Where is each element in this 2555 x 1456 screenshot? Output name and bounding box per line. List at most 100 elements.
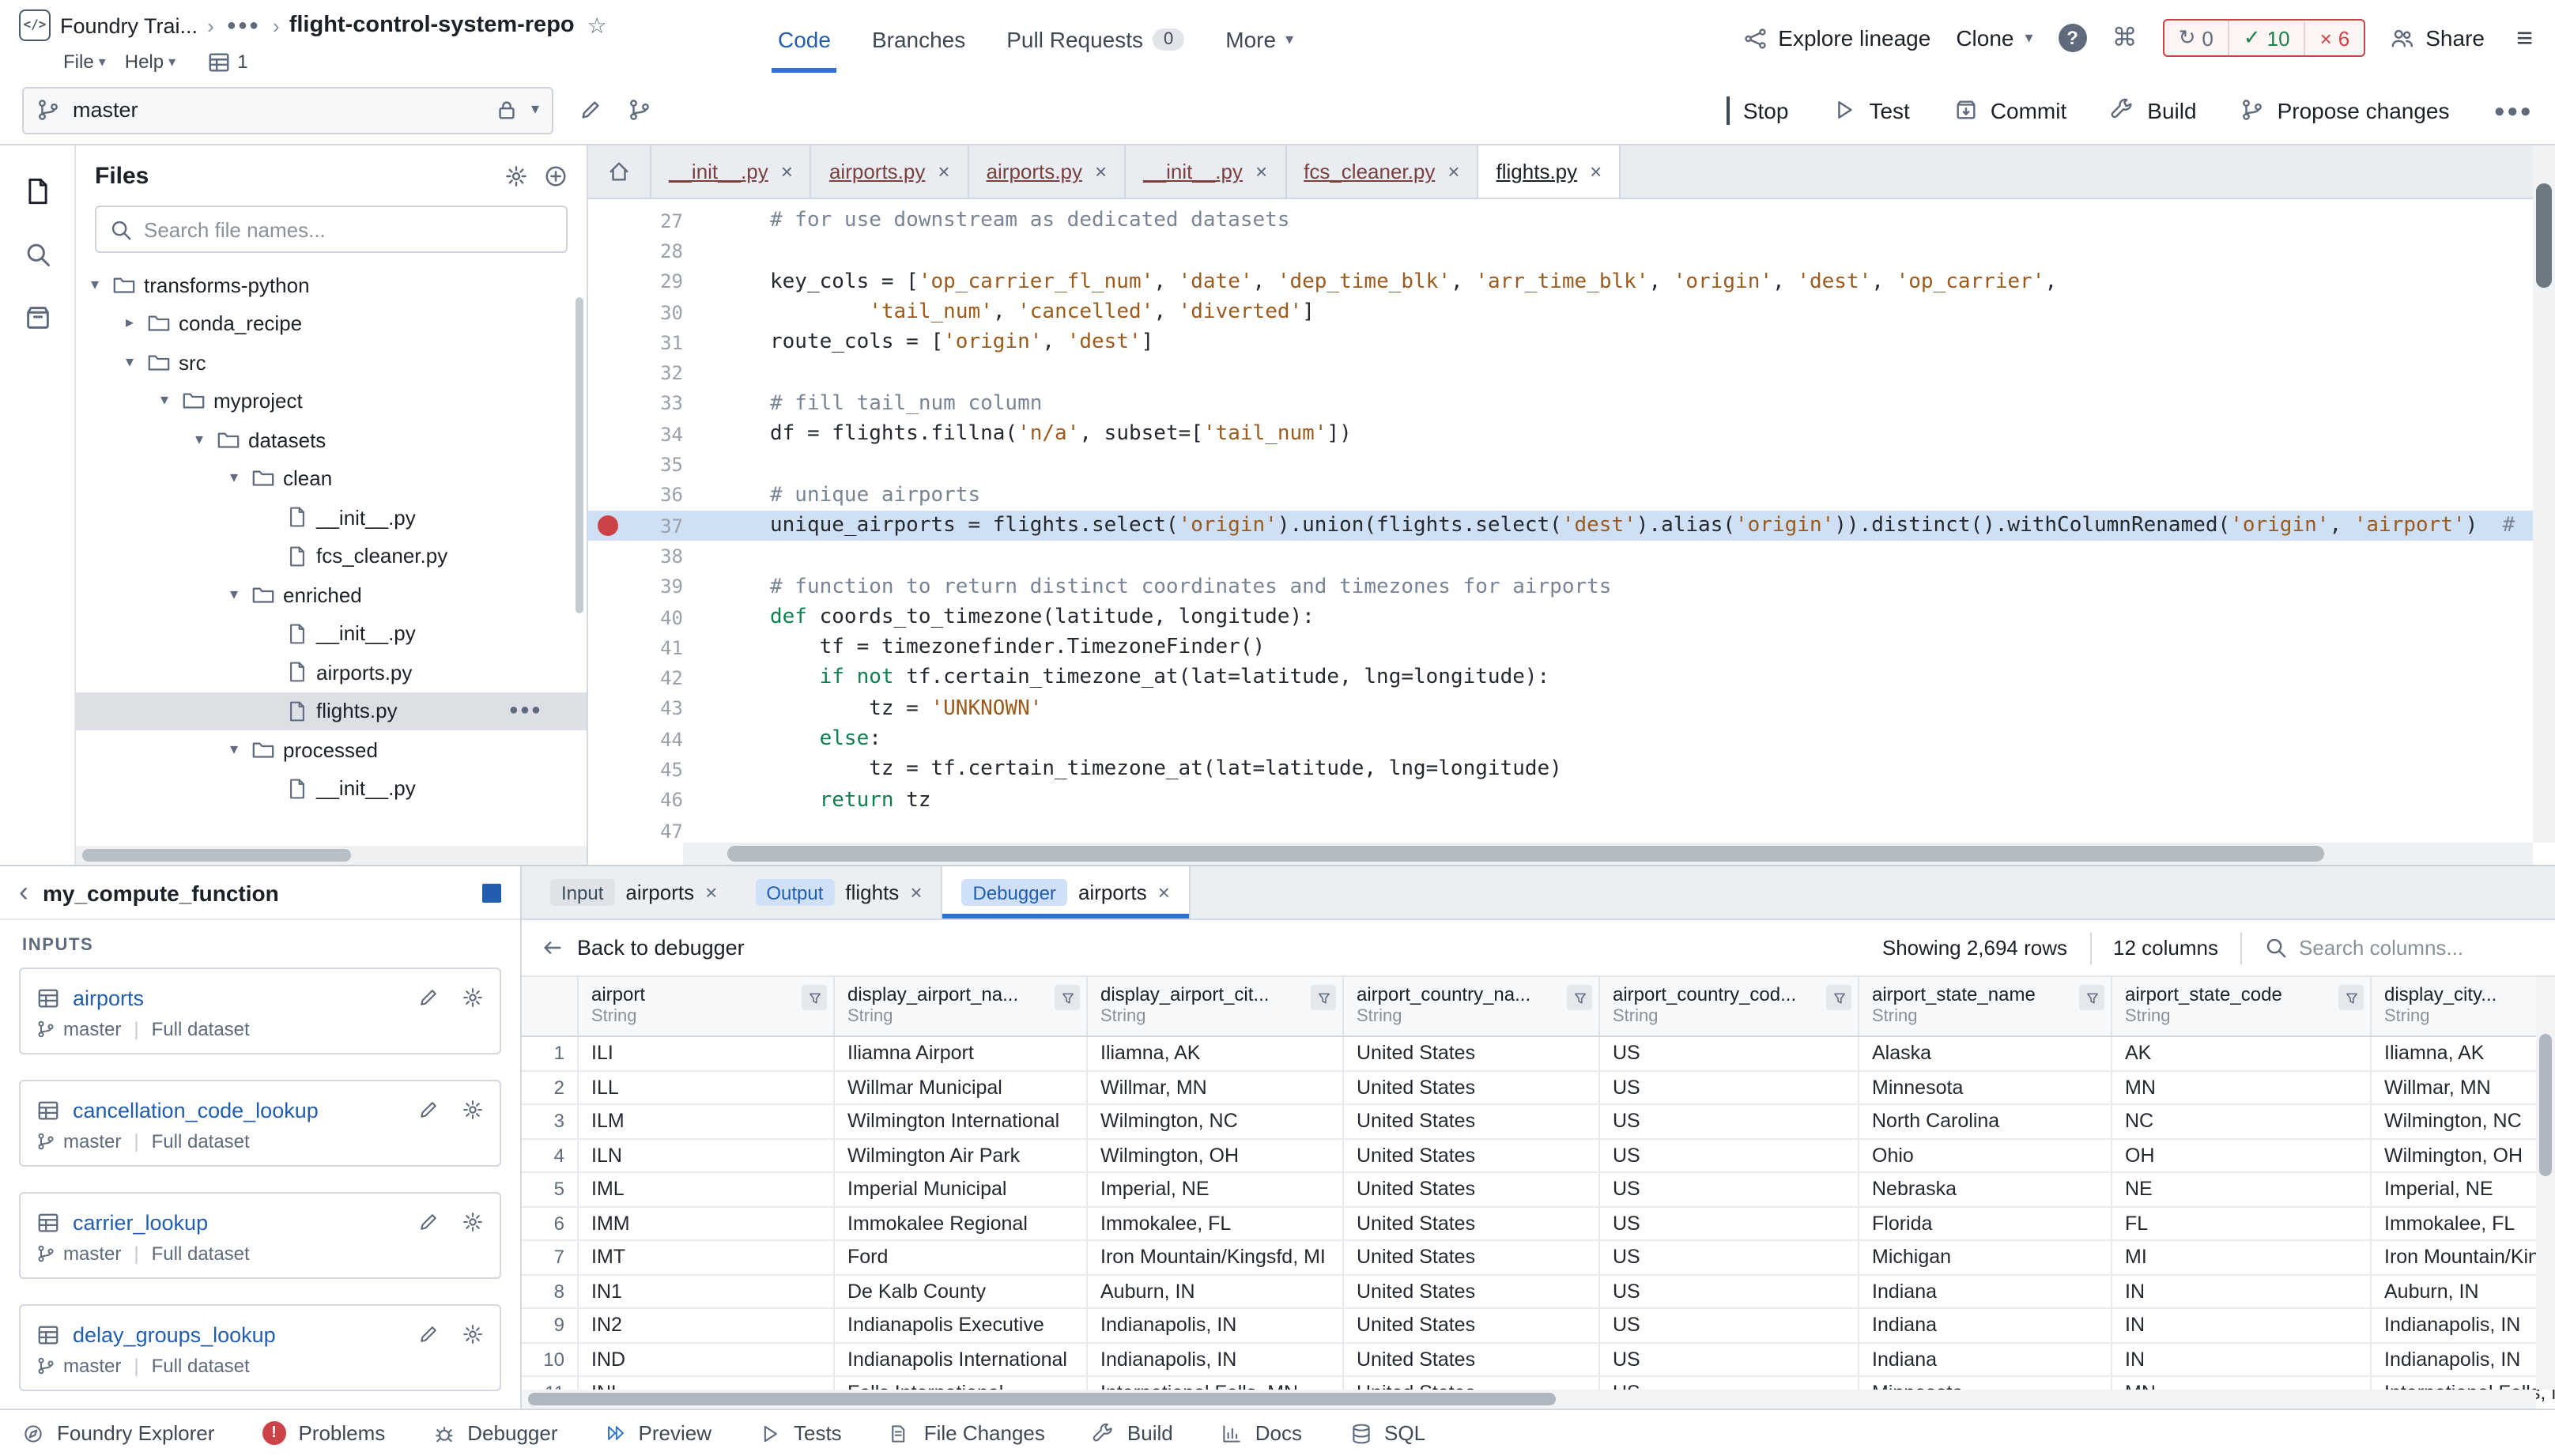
close-icon[interactable]: × bbox=[1590, 160, 1602, 183]
status-item-foundry-explorer[interactable]: Foundry Explorer bbox=[22, 1421, 214, 1445]
repo-tab-pull-requests[interactable]: Pull Requests 0 bbox=[1006, 0, 1185, 76]
edit-icon[interactable] bbox=[417, 986, 440, 1009]
close-icon[interactable]: × bbox=[1095, 160, 1107, 183]
more-options-icon[interactable]: ●●● bbox=[2494, 99, 2534, 121]
help-menu[interactable]: Help ▾ bbox=[125, 51, 175, 73]
table-row[interactable]: 2 ILL Willmar Municipal Willmar, MN United S… bbox=[522, 1071, 2555, 1105]
gear-icon[interactable] bbox=[462, 1099, 484, 1121]
editor-tab-flights-py[interactable]: flights.py × bbox=[1478, 145, 1621, 198]
repo-tab-code[interactable]: Code bbox=[771, 0, 839, 76]
column-header-airport-country-na[interactable]: airport_country_na... String bbox=[1344, 977, 1600, 1035]
tree-item-init-py[interactable]: __init__.py bbox=[76, 614, 587, 653]
help-icon[interactable]: ? bbox=[2058, 24, 2087, 52]
more-options-icon[interactable]: ●●● bbox=[509, 703, 542, 720]
code-area[interactable]: 27 # for use downstream as dedicated data… bbox=[588, 199, 2555, 865]
editor-horizontal-scrollbar[interactable] bbox=[683, 843, 2533, 865]
close-icon[interactable]: × bbox=[1158, 881, 1170, 904]
filter-icon[interactable] bbox=[2338, 985, 2364, 1010]
tree-scrollbar-thumb[interactable] bbox=[576, 297, 583, 613]
dataset-name[interactable]: carrier_lookup bbox=[73, 1210, 395, 1234]
dataset-name[interactable]: cancellation_code_lookup bbox=[73, 1098, 395, 1122]
command-palette-icon[interactable]: ⌘ bbox=[2112, 22, 2138, 54]
editor-tab-airports-py[interactable]: airports.py × bbox=[811, 145, 969, 198]
tree-item-myproject[interactable]: ▾ myproject bbox=[76, 382, 587, 421]
tree-item-processed[interactable]: ▾ processed bbox=[76, 730, 587, 769]
table-row[interactable]: 1 ILI Iliamna Airport Iliamna, AK United Sta… bbox=[522, 1037, 2555, 1071]
repo-tab-branches[interactable]: Branches bbox=[872, 0, 965, 76]
breakpoint-dot[interactable] bbox=[598, 515, 618, 537]
edit-branch-icon[interactable] bbox=[579, 98, 602, 122]
scrollbar-thumb[interactable] bbox=[2539, 1034, 2552, 1176]
file-search-input[interactable] bbox=[144, 217, 553, 241]
column-header-display-airport-cit[interactable]: display_airport_cit... String bbox=[1088, 977, 1344, 1035]
results-tab-debugger-airports[interactable]: Debugger airports × bbox=[941, 866, 1191, 918]
home-tab[interactable] bbox=[588, 145, 651, 198]
dataset-name[interactable]: delay_groups_lookup bbox=[73, 1322, 395, 1346]
file-menu[interactable]: File ▾ bbox=[63, 51, 106, 73]
input-dataset-carrier-lookup[interactable]: carrier_lookup master | Full dataset bbox=[19, 1192, 501, 1279]
results-tab-input-airports[interactable]: Input airports × bbox=[531, 866, 736, 918]
edit-icon[interactable] bbox=[417, 1323, 440, 1345]
commit-button[interactable]: Commit bbox=[1954, 97, 2066, 123]
status-item-file-changes[interactable]: File Changes bbox=[889, 1421, 1045, 1445]
chevron-down-icon[interactable]: ▾ bbox=[225, 587, 243, 604]
table-horizontal-scrollbar[interactable] bbox=[522, 1390, 2536, 1409]
tree-item-src[interactable]: ▾ src bbox=[76, 343, 587, 382]
filter-icon[interactable] bbox=[1311, 985, 1336, 1010]
tree-item-flights-py[interactable]: flights.py ●●● bbox=[76, 692, 587, 730]
input-dataset-airports[interactable]: airports master | Full dataset bbox=[19, 968, 501, 1054]
tree-item-enriched[interactable]: ▾ enriched bbox=[76, 575, 587, 614]
status-item-docs[interactable]: Docs bbox=[1221, 1421, 1302, 1445]
edit-icon[interactable] bbox=[417, 1211, 440, 1233]
table-row[interactable]: 6 IMM Immokalee Regional Immokalee, FL Unite… bbox=[522, 1207, 2555, 1241]
tree-item-init-py[interactable]: __init__.py bbox=[76, 769, 587, 808]
tree-item-conda-recipe[interactable]: ▸ conda_recipe bbox=[76, 304, 587, 343]
column-header-display-city[interactable]: display_city... String bbox=[2372, 977, 2555, 1035]
results-tab-output-flights[interactable]: Output flights × bbox=[736, 866, 941, 918]
files-settings-icon[interactable] bbox=[504, 164, 528, 187]
edit-icon[interactable] bbox=[417, 1099, 440, 1121]
editor-tab-init-py[interactable]: __init__.py × bbox=[651, 145, 812, 198]
table-row[interactable]: 9 IN2 Indianapolis Executive Indianapolis, … bbox=[522, 1309, 2555, 1343]
gear-icon[interactable] bbox=[462, 1211, 484, 1233]
table-row[interactable]: 4 ILN Wilmington Air Park Wilmington, OH Uni… bbox=[522, 1139, 2555, 1173]
window-count[interactable]: 1 bbox=[207, 50, 248, 74]
column-header-airport-state-code[interactable]: airport_state_code String bbox=[2112, 977, 2372, 1035]
table-row[interactable]: 10 IND Indianapolis International Indianapo… bbox=[522, 1343, 2555, 1377]
stop-compute-icon[interactable] bbox=[482, 883, 501, 902]
propose-changes-button[interactable]: Propose changes bbox=[2241, 97, 2450, 123]
close-icon[interactable]: × bbox=[1447, 160, 1459, 183]
status-item-problems[interactable]: ! Problems bbox=[262, 1421, 385, 1445]
status-item-preview[interactable]: Preview bbox=[606, 1421, 711, 1445]
back-icon[interactable]: ‹ bbox=[19, 876, 28, 909]
filter-icon[interactable] bbox=[1826, 985, 1851, 1010]
close-icon[interactable]: × bbox=[938, 160, 949, 183]
editor-tab-init-py[interactable]: __init__.py × bbox=[1126, 145, 1287, 198]
filter-icon[interactable] bbox=[2079, 985, 2104, 1010]
share-button[interactable]: Share bbox=[2391, 25, 2485, 51]
editor-tab-airports-py[interactable]: airports.py × bbox=[968, 145, 1127, 198]
chevron-down-icon[interactable]: ▾ bbox=[155, 393, 174, 410]
tree-item-airports-py[interactable]: airports.py bbox=[76, 653, 587, 692]
clone-button[interactable]: Clone ▾ bbox=[1956, 25, 2032, 51]
tree-item-clean[interactable]: ▾ clean bbox=[76, 459, 587, 498]
editor-vertical-scrollbar[interactable] bbox=[2533, 145, 2555, 843]
editor-tab-fcs-cleaner-py[interactable]: fcs_cleaner.py × bbox=[1286, 145, 1479, 198]
tree-item-init-py[interactable]: __init__.py bbox=[76, 498, 587, 537]
search-rail-icon[interactable] bbox=[23, 240, 51, 269]
status-item-tests[interactable]: Tests bbox=[759, 1421, 842, 1445]
column-header-airport[interactable]: airport String bbox=[579, 977, 835, 1035]
close-icon[interactable]: × bbox=[705, 881, 717, 904]
chevron-down-icon[interactable]: ▾ bbox=[190, 432, 209, 449]
build-button[interactable]: Build bbox=[2111, 97, 2197, 123]
branch-selector[interactable]: master ▾ bbox=[22, 86, 553, 134]
column-header-airport-state-name[interactable]: airport_state_name String bbox=[1859, 977, 2112, 1035]
close-icon[interactable]: × bbox=[1255, 160, 1267, 183]
scrollbar-thumb[interactable] bbox=[2536, 183, 2552, 288]
dataset-name[interactable]: airports bbox=[73, 986, 395, 1009]
table-row[interactable]: 5 IML Imperial Municipal Imperial, NE United… bbox=[522, 1173, 2555, 1207]
status-item-build[interactable]: Build bbox=[1093, 1421, 1173, 1445]
add-file-icon[interactable] bbox=[544, 164, 568, 187]
filter-icon[interactable] bbox=[802, 985, 827, 1010]
table-vertical-scrollbar[interactable] bbox=[2536, 977, 2555, 1390]
